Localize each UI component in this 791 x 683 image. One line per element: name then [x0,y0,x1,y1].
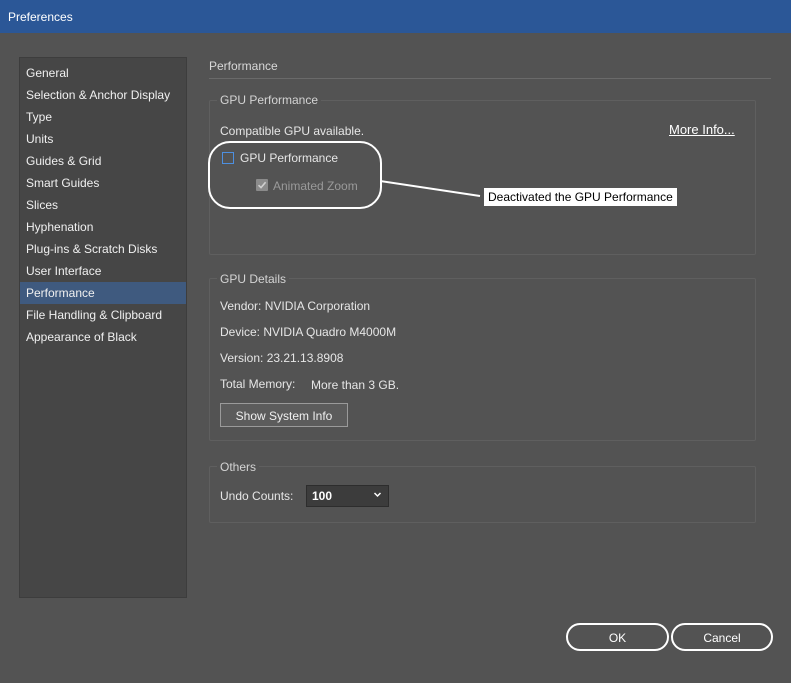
preferences-dialog: General Selection & Anchor Display Type … [0,33,791,683]
sidebar-item-selection-anchor-display[interactable]: Selection & Anchor Display [20,85,186,105]
window-title: Preferences [8,10,73,24]
sidebar-item-units[interactable]: Units [20,129,186,149]
show-system-info-button[interactable]: Show System Info [220,403,348,427]
others-group-title: Others [217,460,260,474]
gpu-device-text: Device: NVIDIA Quadro M4000M [220,325,397,339]
undo-counts-label: Undo Counts: [220,489,294,503]
ok-button[interactable]: OK [566,623,669,651]
sidebar-item-guides-grid[interactable]: Guides & Grid [20,151,186,171]
sidebar-item-general[interactable]: General [20,63,186,83]
undo-counts-select[interactable]: 100 [306,485,389,507]
total-memory-label: Total Memory: [220,377,296,391]
sidebar-item-plugins-scratch-disks[interactable]: Plug-ins & Scratch Disks [20,239,186,259]
gpu-details-group-title: GPU Details [217,272,290,286]
category-sidebar: General Selection & Anchor Display Type … [19,57,187,598]
gpu-status-text: Compatible GPU available. [220,124,365,138]
sidebar-item-smart-guides[interactable]: Smart Guides [20,173,186,193]
sidebar-item-appearance-of-black[interactable]: Appearance of Black [20,327,186,347]
sidebar-item-hyphenation[interactable]: Hyphenation [20,217,186,237]
page-title: Performance [209,59,278,73]
gpu-vendor-text: Vendor: NVIDIA Corporation [220,299,371,313]
chevron-down-icon [373,492,382,498]
more-info-link[interactable]: More Info... [669,122,735,137]
total-memory-value: More than 3 GB. [311,378,400,392]
sidebar-item-user-interface[interactable]: User Interface [20,261,186,281]
window-titlebar: Preferences [0,0,791,33]
sidebar-item-file-handling-clipboard[interactable]: File Handling & Clipboard [20,305,186,325]
sidebar-item-type[interactable]: Type [20,107,186,127]
undo-counts-value: 100 [312,489,333,503]
annotation-label: Deactivated the GPU Performance [484,188,677,206]
section-divider [209,78,771,79]
sidebar-item-performance[interactable]: Performance [20,282,186,304]
cancel-button[interactable]: Cancel [671,623,773,651]
gpu-performance-group-title: GPU Performance [217,93,322,107]
gpu-version-text: Version: 23.21.13.8908 [220,351,344,365]
sidebar-item-slices[interactable]: Slices [20,195,186,215]
annotation-connector-line [380,180,481,197]
annotation-highlight-oval [208,141,382,209]
